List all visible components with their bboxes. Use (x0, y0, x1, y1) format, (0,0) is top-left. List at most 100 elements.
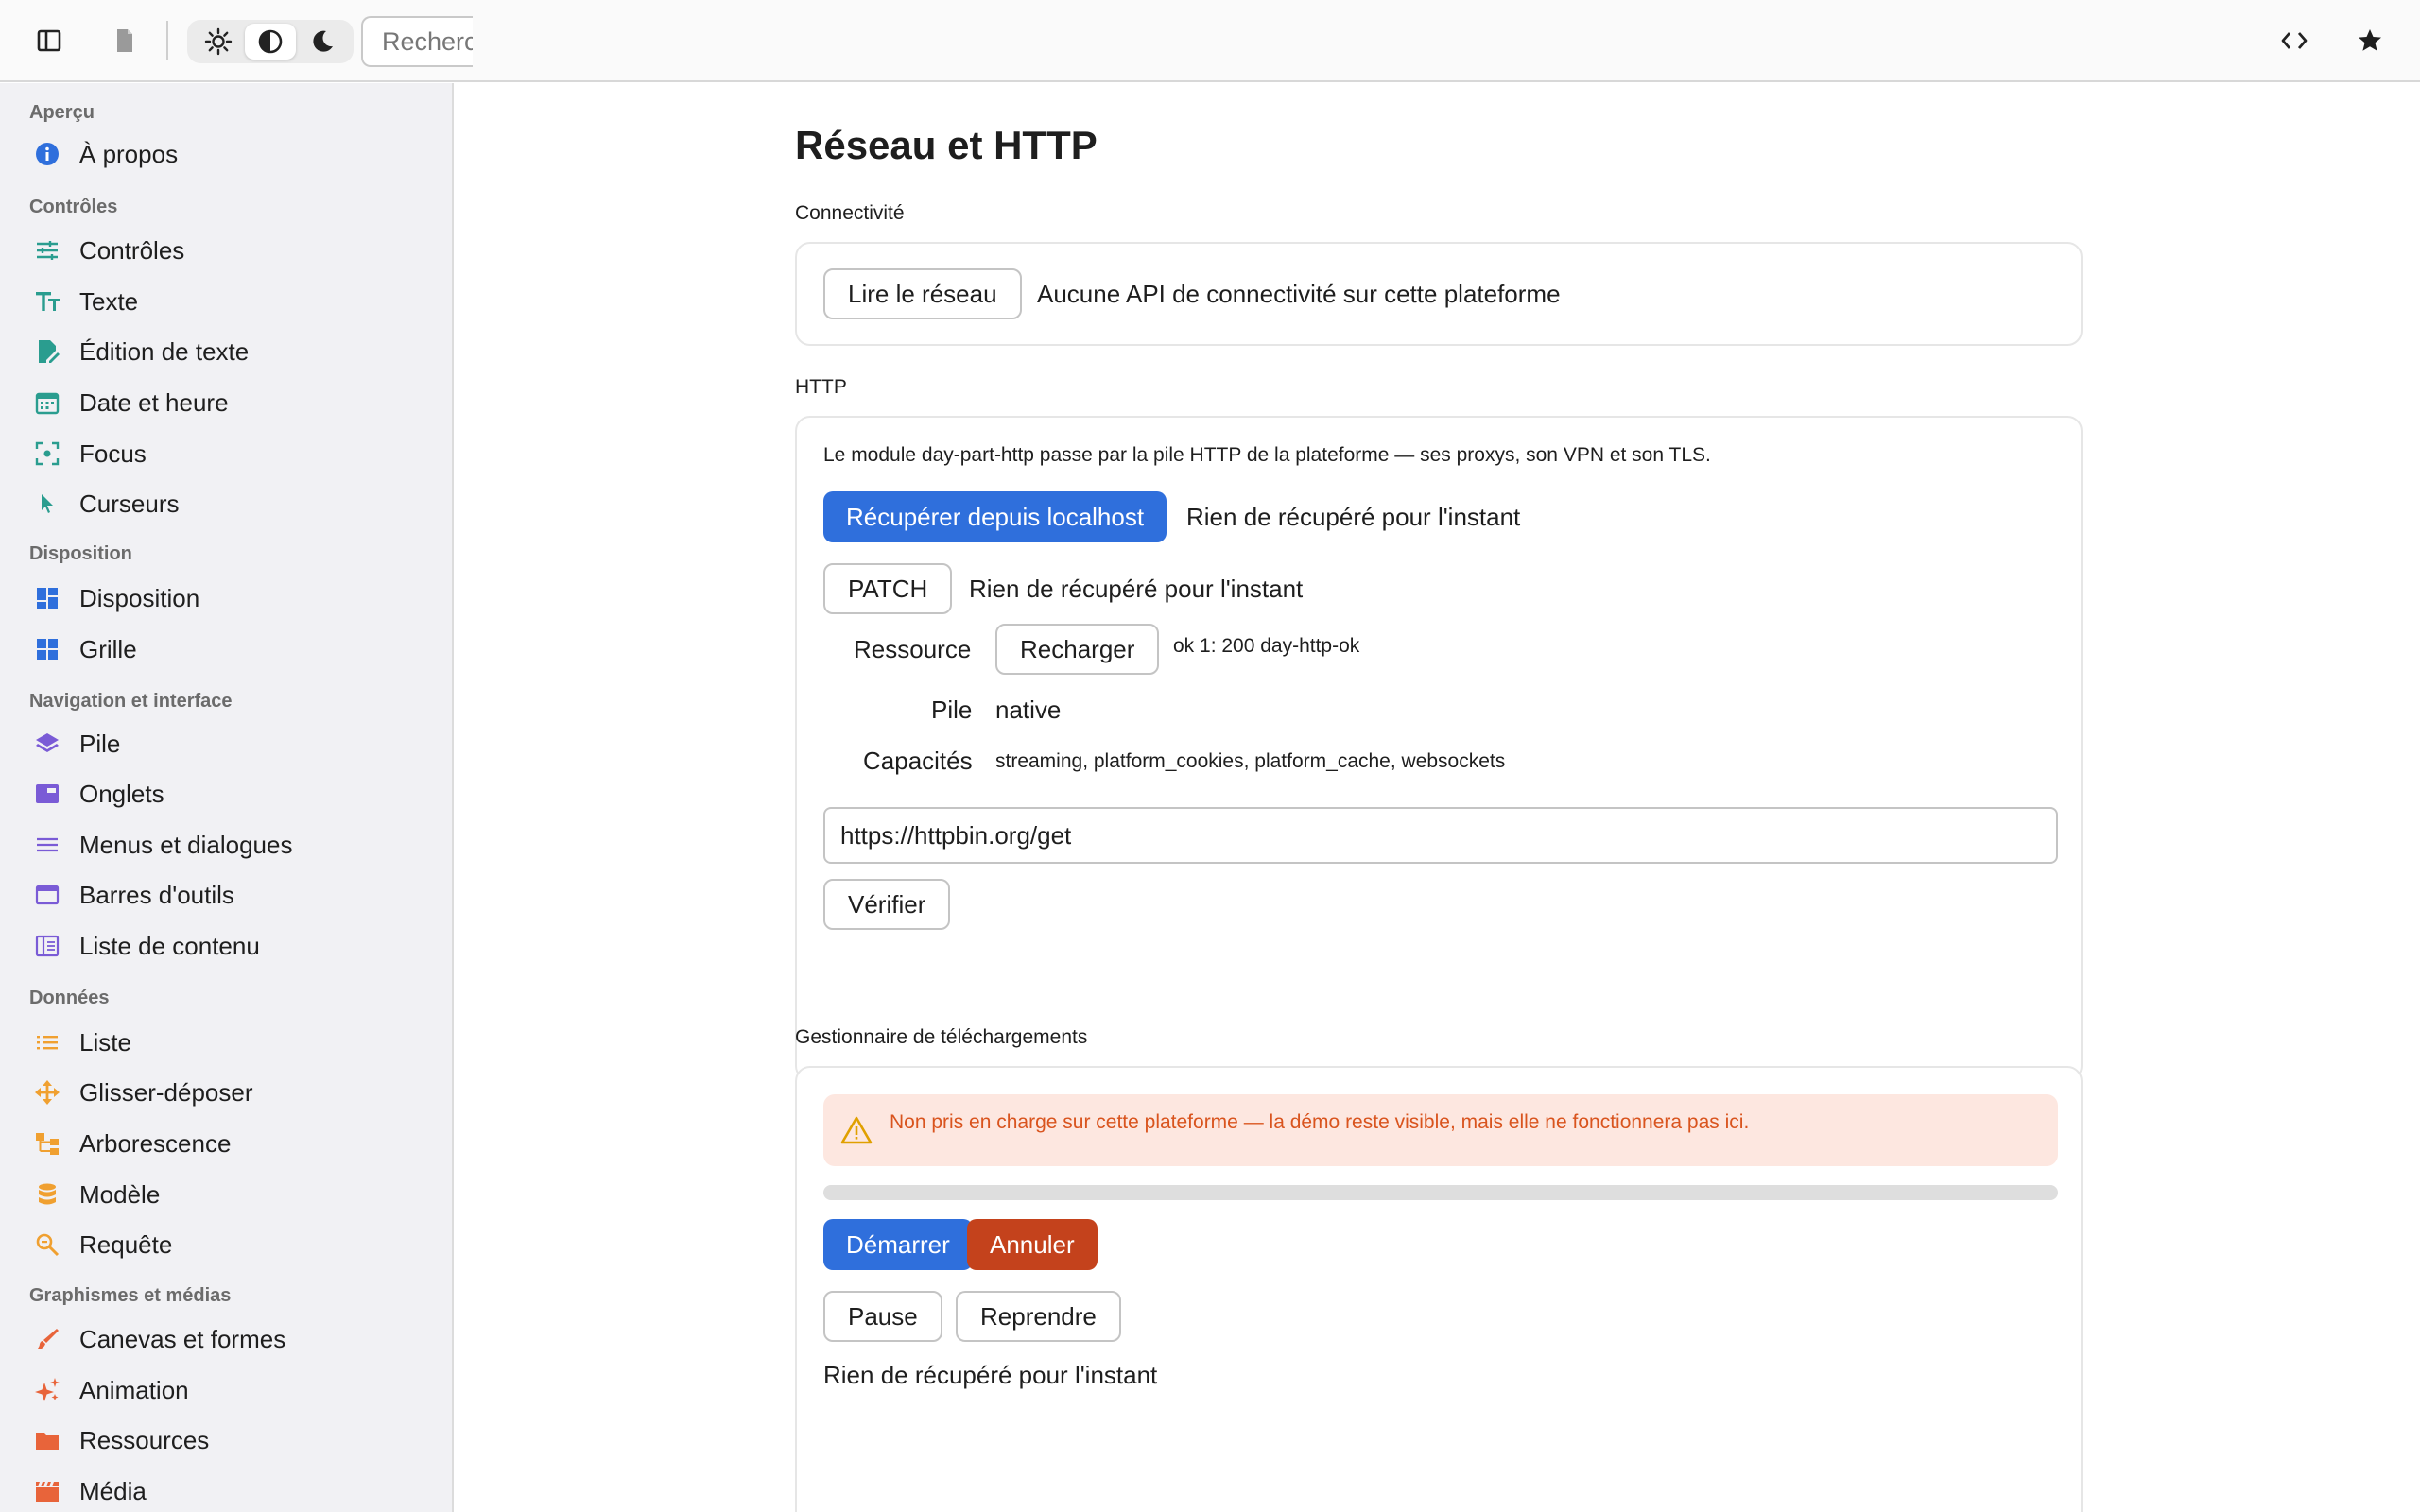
sidebar-item-texte[interactable]: Texte (21, 278, 437, 325)
list-icon (37, 1036, 58, 1050)
sidebar-item-label: Menus et dialogues (79, 830, 293, 859)
tabs-icon (36, 784, 59, 803)
sidebar-item-arborescence[interactable]: Arborescence (21, 1120, 437, 1167)
sidebar-item-glisser-deposer[interactable]: Glisser-déposer (21, 1069, 437, 1116)
main-content: Réseau et HTTP Connectivité Lire le rése… (456, 83, 2420, 1512)
sidebar-toggle-button[interactable] (26, 17, 73, 64)
sidebar-item-label: Modèle (79, 1179, 161, 1209)
page-title: Réseau et HTTP (795, 123, 1098, 167)
resource-label: Ressource (854, 635, 972, 663)
sidebar-item-modele[interactable]: Modèle (21, 1171, 437, 1218)
sidebar-item-label: Média (79, 1476, 147, 1505)
unsupported-warning-banner: Non pris en charge sur cette plateforme … (823, 1094, 2058, 1166)
sidebar-section-title: Aperçu (29, 102, 95, 123)
content-list-icon (35, 935, 60, 957)
sidebar-item-requete[interactable]: Requête (21, 1221, 437, 1268)
sidebar-item-liste-de-contenu[interactable]: Liste de contenu (21, 922, 437, 970)
sidebar-item-curseurs[interactable]: Curseurs (21, 480, 437, 527)
sidebar-item-focus[interactable]: Focus (21, 430, 437, 477)
cursor-icon (42, 494, 53, 513)
stack-label: Pile (931, 696, 973, 724)
sidebar-item-label: Disposition (79, 583, 200, 612)
http-description: Le module day-part-http passe par la pil… (823, 444, 1711, 466)
sidebar-item-label: Date et heure (79, 387, 229, 417)
edit-document-icon (39, 340, 60, 363)
sidebar-item-media[interactable]: Média (21, 1468, 437, 1512)
search-field[interactable] (361, 16, 473, 67)
sidebar-item-label: Animation (79, 1375, 189, 1404)
verify-button[interactable]: Vérifier (823, 879, 951, 930)
resume-download-button[interactable]: Reprendre (956, 1291, 1121, 1342)
sidebar-section-title: Données (29, 988, 110, 1008)
search-input[interactable] (363, 18, 473, 65)
star-icon (2359, 29, 2381, 51)
auto-theme-button[interactable] (245, 24, 296, 60)
sidebar-item-edition-de-texte[interactable]: Édition de texte (21, 328, 437, 375)
menu-icon (37, 837, 58, 852)
patch-status: Rien de récupéré pour l'instant (969, 575, 1304, 603)
sidebar-item-barres-d-outils[interactable]: Barres d'outils (21, 871, 437, 919)
reload-button[interactable]: Recharger (995, 624, 1160, 675)
sidebar-item-label: Pile (79, 729, 121, 758)
focus-icon (35, 441, 60, 466)
source-code-button[interactable] (2271, 17, 2318, 64)
start-download-button[interactable]: Démarrer (823, 1219, 973, 1270)
tree-icon (36, 1133, 59, 1155)
sidebar-item-liste[interactable]: Liste (21, 1019, 437, 1066)
http-card: Le module day-part-http passe par la pil… (795, 416, 2083, 1081)
sidebar-item-label: Barres d'outils (79, 880, 234, 909)
read-network-button[interactable]: Lire le réseau (823, 268, 1022, 319)
sidebar-item-label: Liste (79, 1027, 131, 1057)
resource-value: ok 1: 200 day-http-ok (1173, 635, 1360, 657)
sidebar-item-disposition[interactable]: Disposition (21, 575, 437, 622)
sidebar-nav: Aperçu À propos Contrôles Contrôles Text… (0, 83, 454, 1512)
sidebar-item-label: Onglets (79, 779, 164, 808)
dashboard-icon (37, 588, 58, 609)
sidebar-item-a-propos[interactable]: À propos (21, 130, 437, 178)
sidebar-item-label: Grille (79, 634, 137, 663)
cancel-download-button[interactable]: Annuler (967, 1219, 1098, 1270)
sidebar-item-menus-et-dialogues[interactable]: Menus et dialogues (21, 821, 437, 868)
grid-icon (37, 639, 58, 660)
sidebar-item-date-et-heure[interactable]: Date et heure (21, 379, 437, 426)
folder-icon (36, 1433, 59, 1450)
sidebar-item-animation[interactable]: Animation (21, 1366, 437, 1414)
layers-icon (36, 733, 59, 752)
clapperboard-icon (36, 1482, 59, 1502)
sidebar-item-ressources[interactable]: Ressources (21, 1417, 437, 1464)
sidebar-section-title: Disposition (29, 543, 132, 564)
search-zoom-icon (36, 1233, 60, 1257)
dark-theme-button[interactable] (297, 24, 348, 60)
sidebar-item-controles[interactable]: Contrôles (21, 227, 437, 274)
sidebar-toggle-icon (37, 29, 61, 52)
download-progress-bar (823, 1185, 2058, 1200)
pause-download-button[interactable]: Pause (823, 1291, 942, 1342)
sidebar-item-pile[interactable]: Pile (21, 720, 437, 767)
sidebar-item-label: Focus (79, 438, 147, 468)
sidebar-item-grille[interactable]: Grille (21, 626, 437, 673)
document-button[interactable] (101, 17, 148, 64)
favorite-button[interactable] (2346, 17, 2394, 64)
url-input[interactable] (823, 807, 2058, 864)
download-status: Rien de récupéré pour l'instant (823, 1361, 1158, 1389)
patch-button[interactable]: PATCH (823, 563, 953, 614)
text-size-icon (36, 292, 60, 311)
top-toolbar (0, 0, 2420, 82)
sidebar-item-onglets[interactable]: Onglets (21, 770, 437, 817)
sidebar-item-label: À propos (79, 139, 179, 168)
sidebar-item-canevas-et-formes[interactable]: Canevas et formes (21, 1315, 437, 1363)
code-icon (2281, 32, 2308, 49)
connectivity-status: Aucune API de connectivité sur cette pla… (1037, 280, 1561, 308)
sidebar-item-label: Curseurs (79, 489, 180, 518)
moon-icon (313, 30, 333, 52)
database-icon (39, 1183, 56, 1205)
sidebar-item-label: Canevas et formes (79, 1324, 286, 1353)
sidebar-item-label: Édition de texte (79, 336, 250, 366)
light-theme-button[interactable] (193, 24, 244, 60)
sidebar-item-label: Texte (79, 286, 139, 316)
sun-icon (204, 27, 233, 56)
sidebar-item-label: Glisser-déposer (79, 1077, 253, 1107)
sidebar-section-title: Graphismes et médias (29, 1285, 232, 1306)
warning-text: Non pris en charge sur cette plateforme … (890, 1111, 1750, 1133)
fetch-localhost-button[interactable]: Récupérer depuis localhost (823, 491, 1167, 542)
